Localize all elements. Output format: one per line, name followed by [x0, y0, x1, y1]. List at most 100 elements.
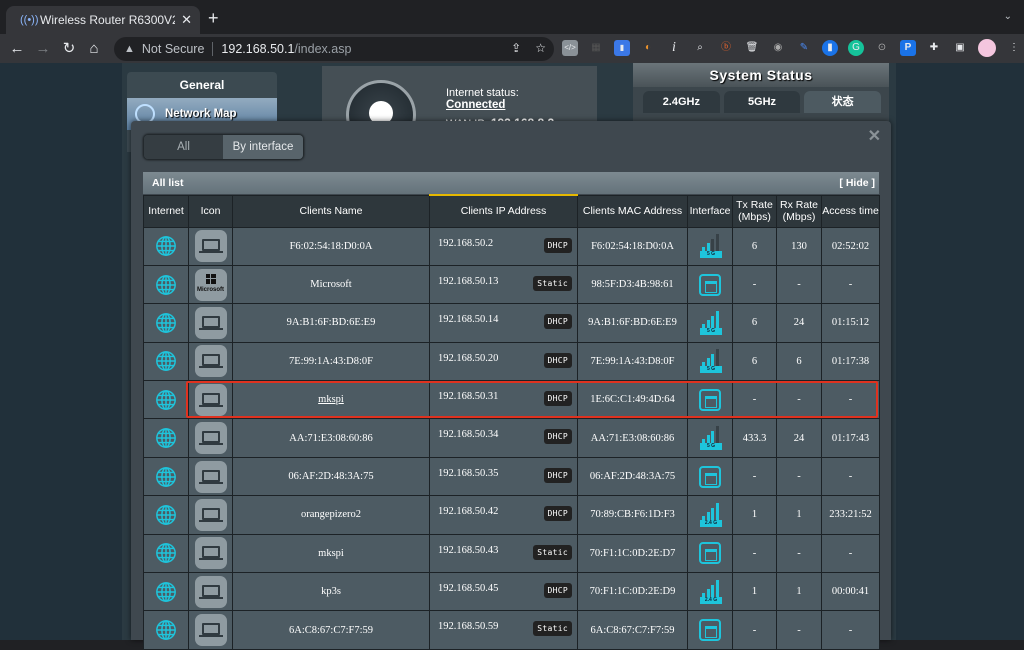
client-name-cell[interactable]: mkspi [232, 533, 430, 574]
internet-cell[interactable] [143, 341, 189, 382]
client-row[interactable]: mkspi 192.168.50.31 DHCP 1E:6C:C1:49:4D:64 -… [143, 380, 880, 420]
column-header-clients-mac[interactable]: Clients MAC Address [577, 194, 688, 228]
client-name-cell[interactable]: 06:AF:2D:48:3A:75 [232, 456, 430, 497]
internet-cell[interactable] [143, 495, 189, 535]
internet-cell[interactable] [143, 418, 189, 458]
icon-cell[interactable] [188, 380, 233, 420]
back-button[interactable]: ← [7, 39, 27, 59]
close-icon[interactable]: ✕ [868, 126, 881, 146]
address-bar[interactable]: ▲ Not Secure 192.168.50.1/index.asp ⇪ ☆ [114, 37, 554, 61]
internet-status-value[interactable]: Connected [446, 99, 505, 111]
laptop-device-icon[interactable] [194, 422, 227, 455]
forward-button[interactable]: → [33, 39, 53, 59]
grammarly-extension-icon[interactable]: G [848, 40, 864, 56]
microsoft-device-icon[interactable]: Microsoft [194, 268, 227, 301]
client-name[interactable]: orangepizero2 [301, 509, 361, 520]
client-row[interactable]: kp3s 192.168.50.45 DHCP 70:F1:1C:0D:2E:D9 2.… [143, 572, 880, 612]
all-view-button[interactable]: All [144, 135, 223, 159]
tab-2-4ghz[interactable]: 2.4GHz [643, 91, 720, 113]
icon-cell[interactable] [188, 341, 233, 382]
column-header-interface[interactable]: Interface [687, 194, 733, 228]
column-header-clients-ip[interactable]: Clients IP Address [429, 194, 578, 228]
client-name-cell[interactable]: 7E:99:1A:43:D8:0F [232, 341, 430, 382]
client-name[interactable]: 06:AF:2D:48:3A:75 [288, 471, 373, 482]
column-header-rx-rate[interactable]: Rx Rate (Mbps) [776, 194, 822, 228]
laptop-device-icon[interactable] [194, 537, 227, 570]
client-name[interactable]: F6:02:54:18:D0:0A [290, 241, 373, 252]
zoom-search-extension-icon[interactable]: ⌕ [692, 40, 708, 56]
hide-list-link[interactable]: [ Hide ] [839, 177, 875, 189]
tab-status[interactable]: 状态 [804, 91, 882, 113]
tab-5ghz[interactable]: 5GHz [723, 91, 801, 113]
column-header-internet[interactable]: Internet [143, 194, 189, 228]
laptop-device-icon[interactable] [194, 575, 227, 608]
client-name-cell[interactable]: orangepizero2 [232, 495, 430, 535]
trash-extension-icon[interactable]: 🗑 [744, 40, 760, 56]
client-row[interactable]: Microsoft Microsoft 192.168.50.13 Static 98:… [143, 264, 880, 305]
new-tab-button[interactable]: + [208, 9, 219, 27]
camera-extension-icon[interactable]: ◉ [770, 40, 786, 56]
client-row[interactable]: mkspi 192.168.50.43 Static 70:F1:1C:0D:2E:D… [143, 533, 880, 574]
client-name-cell[interactable]: F6:02:54:18:D0:0A [232, 226, 430, 266]
laptop-device-icon[interactable] [194, 306, 227, 339]
column-header-icon[interactable]: Icon [188, 194, 233, 228]
internet-cell[interactable] [143, 303, 189, 343]
client-row[interactable]: AA:71:E3:08:60:86 192.168.50.34 DHCP AA:71:… [143, 418, 880, 458]
internet-cell[interactable] [143, 572, 189, 612]
client-name[interactable]: kp3s [321, 586, 341, 597]
profile-avatar[interactable] [978, 39, 996, 57]
icon-cell[interactable] [188, 572, 233, 612]
laptop-device-icon[interactable] [194, 460, 227, 493]
code-extension-icon[interactable]: </> [562, 40, 578, 56]
laptop-device-icon[interactable] [194, 498, 227, 531]
client-name-cell[interactable]: AA:71:E3:08:60:86 [232, 418, 430, 458]
pdf-extension-icon[interactable]: P [900, 40, 916, 56]
internet-cell[interactable] [143, 533, 189, 574]
icon-cell[interactable] [188, 303, 233, 343]
client-name[interactable]: 7E:99:1A:43:D8:0F [289, 356, 373, 367]
reader-extension-icon[interactable]: ⊙ [874, 40, 890, 56]
internet-cell[interactable] [143, 226, 189, 266]
client-name[interactable]: AA:71:E3:08:60:86 [289, 433, 372, 444]
column-header-clients-name[interactable]: Clients Name [232, 194, 430, 228]
icon-cell[interactable] [188, 533, 233, 574]
tab-search-chevron-icon[interactable]: ⌄ [1004, 11, 1012, 22]
side-panel-icon[interactable]: ▣ [952, 40, 968, 56]
column-header-tx-rate[interactable]: Tx Rate (Mbps) [732, 194, 777, 228]
by-interface-view-button[interactable]: By interface [223, 135, 303, 159]
client-row[interactable]: 7E:99:1A:43:D8:0F 192.168.50.20 DHCP 7E:99:… [143, 341, 880, 382]
client-name[interactable]: mkspi [318, 394, 344, 405]
info-extension-icon[interactable]: i [666, 40, 682, 56]
client-name-cell[interactable]: kp3s [232, 572, 430, 612]
more-menu-icon[interactable]: ⋮ [1006, 40, 1022, 56]
client-name[interactable]: mkspi [318, 548, 344, 559]
browser-tab[interactable]: ((•)) Wireless Router R6300V2 - Ne ✕ [6, 6, 200, 34]
laptop-device-icon[interactable] [194, 345, 227, 378]
client-row[interactable]: F6:02:54:18:D0:0A 192.168.50.2 DHCP F6:02:5… [143, 226, 880, 266]
laptop-device-icon[interactable] [194, 230, 227, 263]
client-row[interactable]: 06:AF:2D:48:3A:75 192.168.50.35 DHCP 06:AF:… [143, 456, 880, 497]
bookmark-star-icon[interactable]: ☆ [535, 41, 546, 55]
client-row[interactable]: orangepizero2 192.168.50.42 DHCP 70:89:CB:F… [143, 495, 880, 535]
icon-cell[interactable] [188, 226, 233, 266]
share-icon[interactable]: ⇪ [511, 41, 521, 55]
bookmark-extension-icon[interactable]: ▮ [822, 40, 838, 56]
client-name[interactable]: 6A:C8:67:C7:F7:59 [289, 625, 373, 636]
client-name-cell[interactable]: 6A:C8:67:C7:F7:59 [232, 610, 430, 650]
laptop-device-icon[interactable] [194, 614, 227, 647]
orange-moon-extension-icon[interactable]: ◐ [640, 40, 656, 56]
internet-cell[interactable] [143, 456, 189, 497]
client-name-cell[interactable]: mkspi [232, 380, 430, 420]
icon-cell[interactable] [188, 418, 233, 458]
close-tab-icon[interactable]: ✕ [181, 12, 192, 28]
internet-cell[interactable] [143, 264, 189, 305]
client-name-cell[interactable]: Microsoft [232, 264, 430, 305]
tag-extension-icon[interactable]: ▮ [614, 40, 630, 56]
security-label[interactable]: Not Secure [142, 42, 205, 56]
column-header-access-time[interactable]: Access time [821, 194, 880, 228]
icon-cell[interactable] [188, 456, 233, 497]
icon-cell[interactable] [188, 495, 233, 535]
qr-code-extension-icon[interactable]: ▦ [588, 40, 604, 56]
warning-icon[interactable]: ▲ [124, 43, 135, 55]
icon-cell[interactable]: Microsoft [188, 264, 233, 305]
